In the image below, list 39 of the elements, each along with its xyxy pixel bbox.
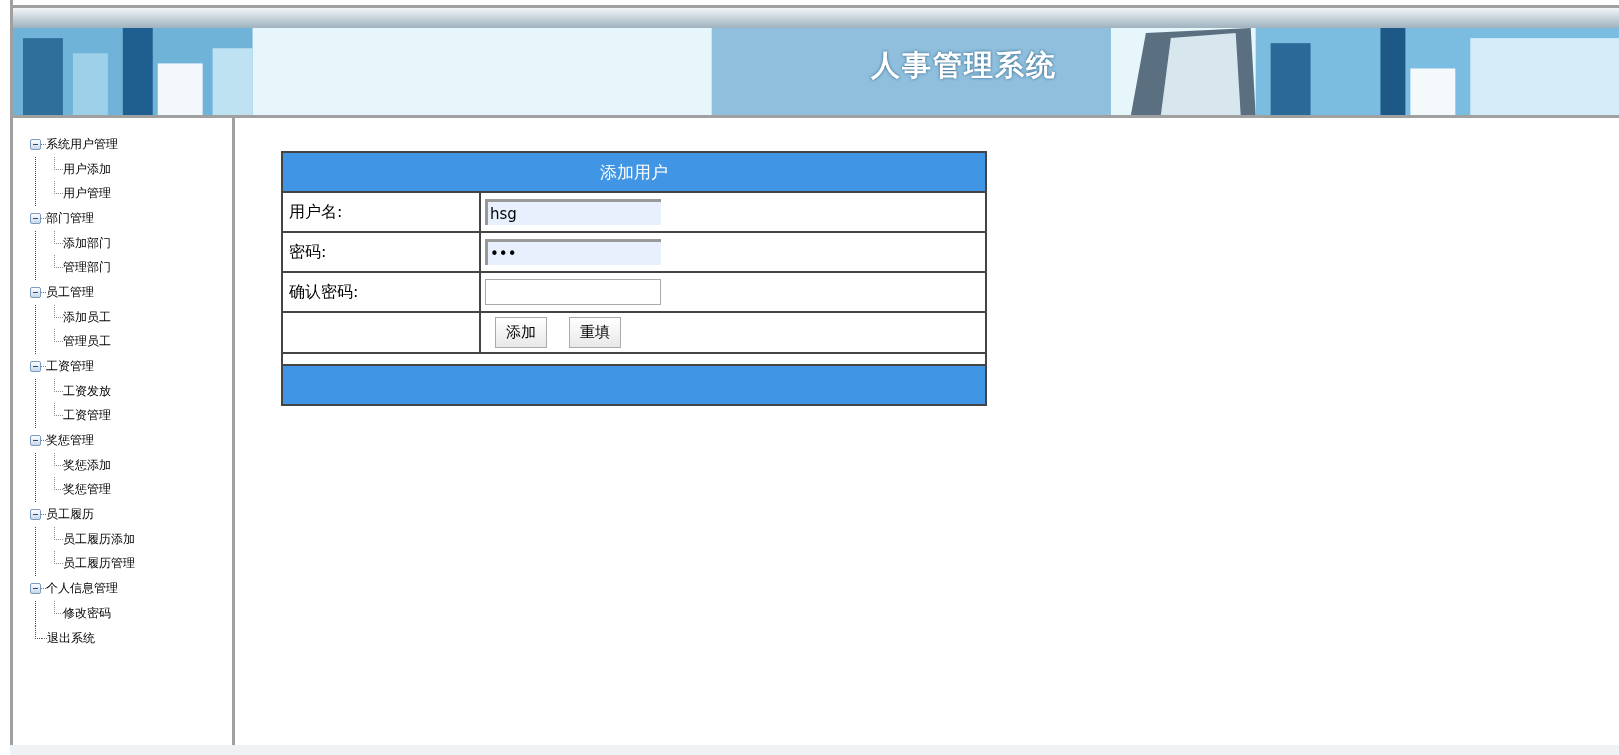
menu-item[interactable]: 用户管理 — [63, 185, 111, 203]
menu-group[interactable]: 员工管理 — [46, 284, 94, 301]
form-button[interactable]: 添加 — [495, 317, 547, 348]
menu-item[interactable]: 管理部门 — [63, 259, 111, 277]
menu-item[interactable]: 员工履历管理 — [63, 555, 135, 573]
menu-group[interactable]: 工资管理 — [46, 358, 94, 375]
menu-item[interactable]: 修改密码 — [63, 604, 111, 622]
collapse-icon[interactable] — [30, 213, 41, 224]
field-label: 用户名: — [282, 192, 480, 232]
collapse-icon[interactable] — [30, 583, 41, 594]
menu-group[interactable]: 个人信息管理 — [46, 580, 118, 597]
field-label: 密码: — [282, 232, 480, 272]
collapse-icon[interactable] — [30, 139, 41, 150]
collapse-icon[interactable] — [30, 435, 41, 446]
menu-item[interactable]: 工资发放 — [63, 382, 111, 400]
collapse-icon[interactable] — [30, 509, 41, 520]
input-field[interactable] — [485, 279, 661, 305]
menu-item[interactable]: 用户添加 — [63, 160, 111, 178]
menu-group[interactable]: 部门管理 — [46, 210, 94, 227]
collapse-icon[interactable] — [30, 361, 41, 372]
site-title: 人事管理系统 — [871, 47, 1057, 84]
menu-item[interactable]: 添加员工 — [63, 308, 111, 326]
form-button[interactable]: 重填 — [569, 317, 621, 348]
menu-group[interactable]: 系统用户管理 — [46, 136, 118, 153]
input-field[interactable]: hsg — [485, 199, 661, 225]
menu-item[interactable]: 员工履历添加 — [63, 530, 135, 548]
menu-group[interactable]: 员工履历 — [46, 506, 94, 523]
collapse-icon[interactable] — [30, 287, 41, 298]
menu-item[interactable]: 添加部门 — [63, 234, 111, 252]
input-field[interactable]: ••• — [485, 239, 661, 265]
menu-item[interactable]: 工资管理 — [63, 407, 111, 425]
menu-group[interactable]: 奖惩管理 — [46, 432, 94, 449]
menu-group[interactable]: 退出系统 — [47, 629, 95, 647]
tree-connector — [35, 624, 42, 639]
field-label: 确认密码: — [282, 272, 480, 312]
form-title: 添加用户 — [282, 152, 986, 192]
menu-item[interactable]: 管理员工 — [63, 333, 111, 351]
menu-item[interactable]: 奖惩管理 — [63, 481, 111, 499]
menu-item[interactable]: 奖惩添加 — [63, 456, 111, 474]
